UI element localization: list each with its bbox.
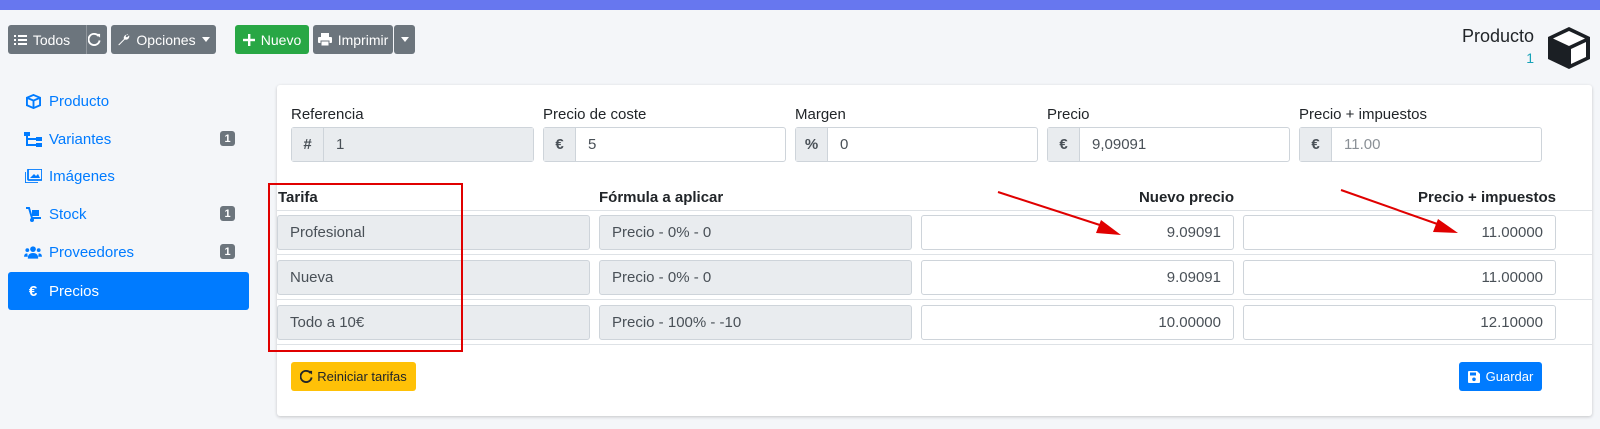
- arrow-annotations: [997, 189, 1458, 235]
- arrow-annotation-new-price: [997, 191, 1121, 235]
- arrow-annotation-price-tax: [1340, 189, 1458, 233]
